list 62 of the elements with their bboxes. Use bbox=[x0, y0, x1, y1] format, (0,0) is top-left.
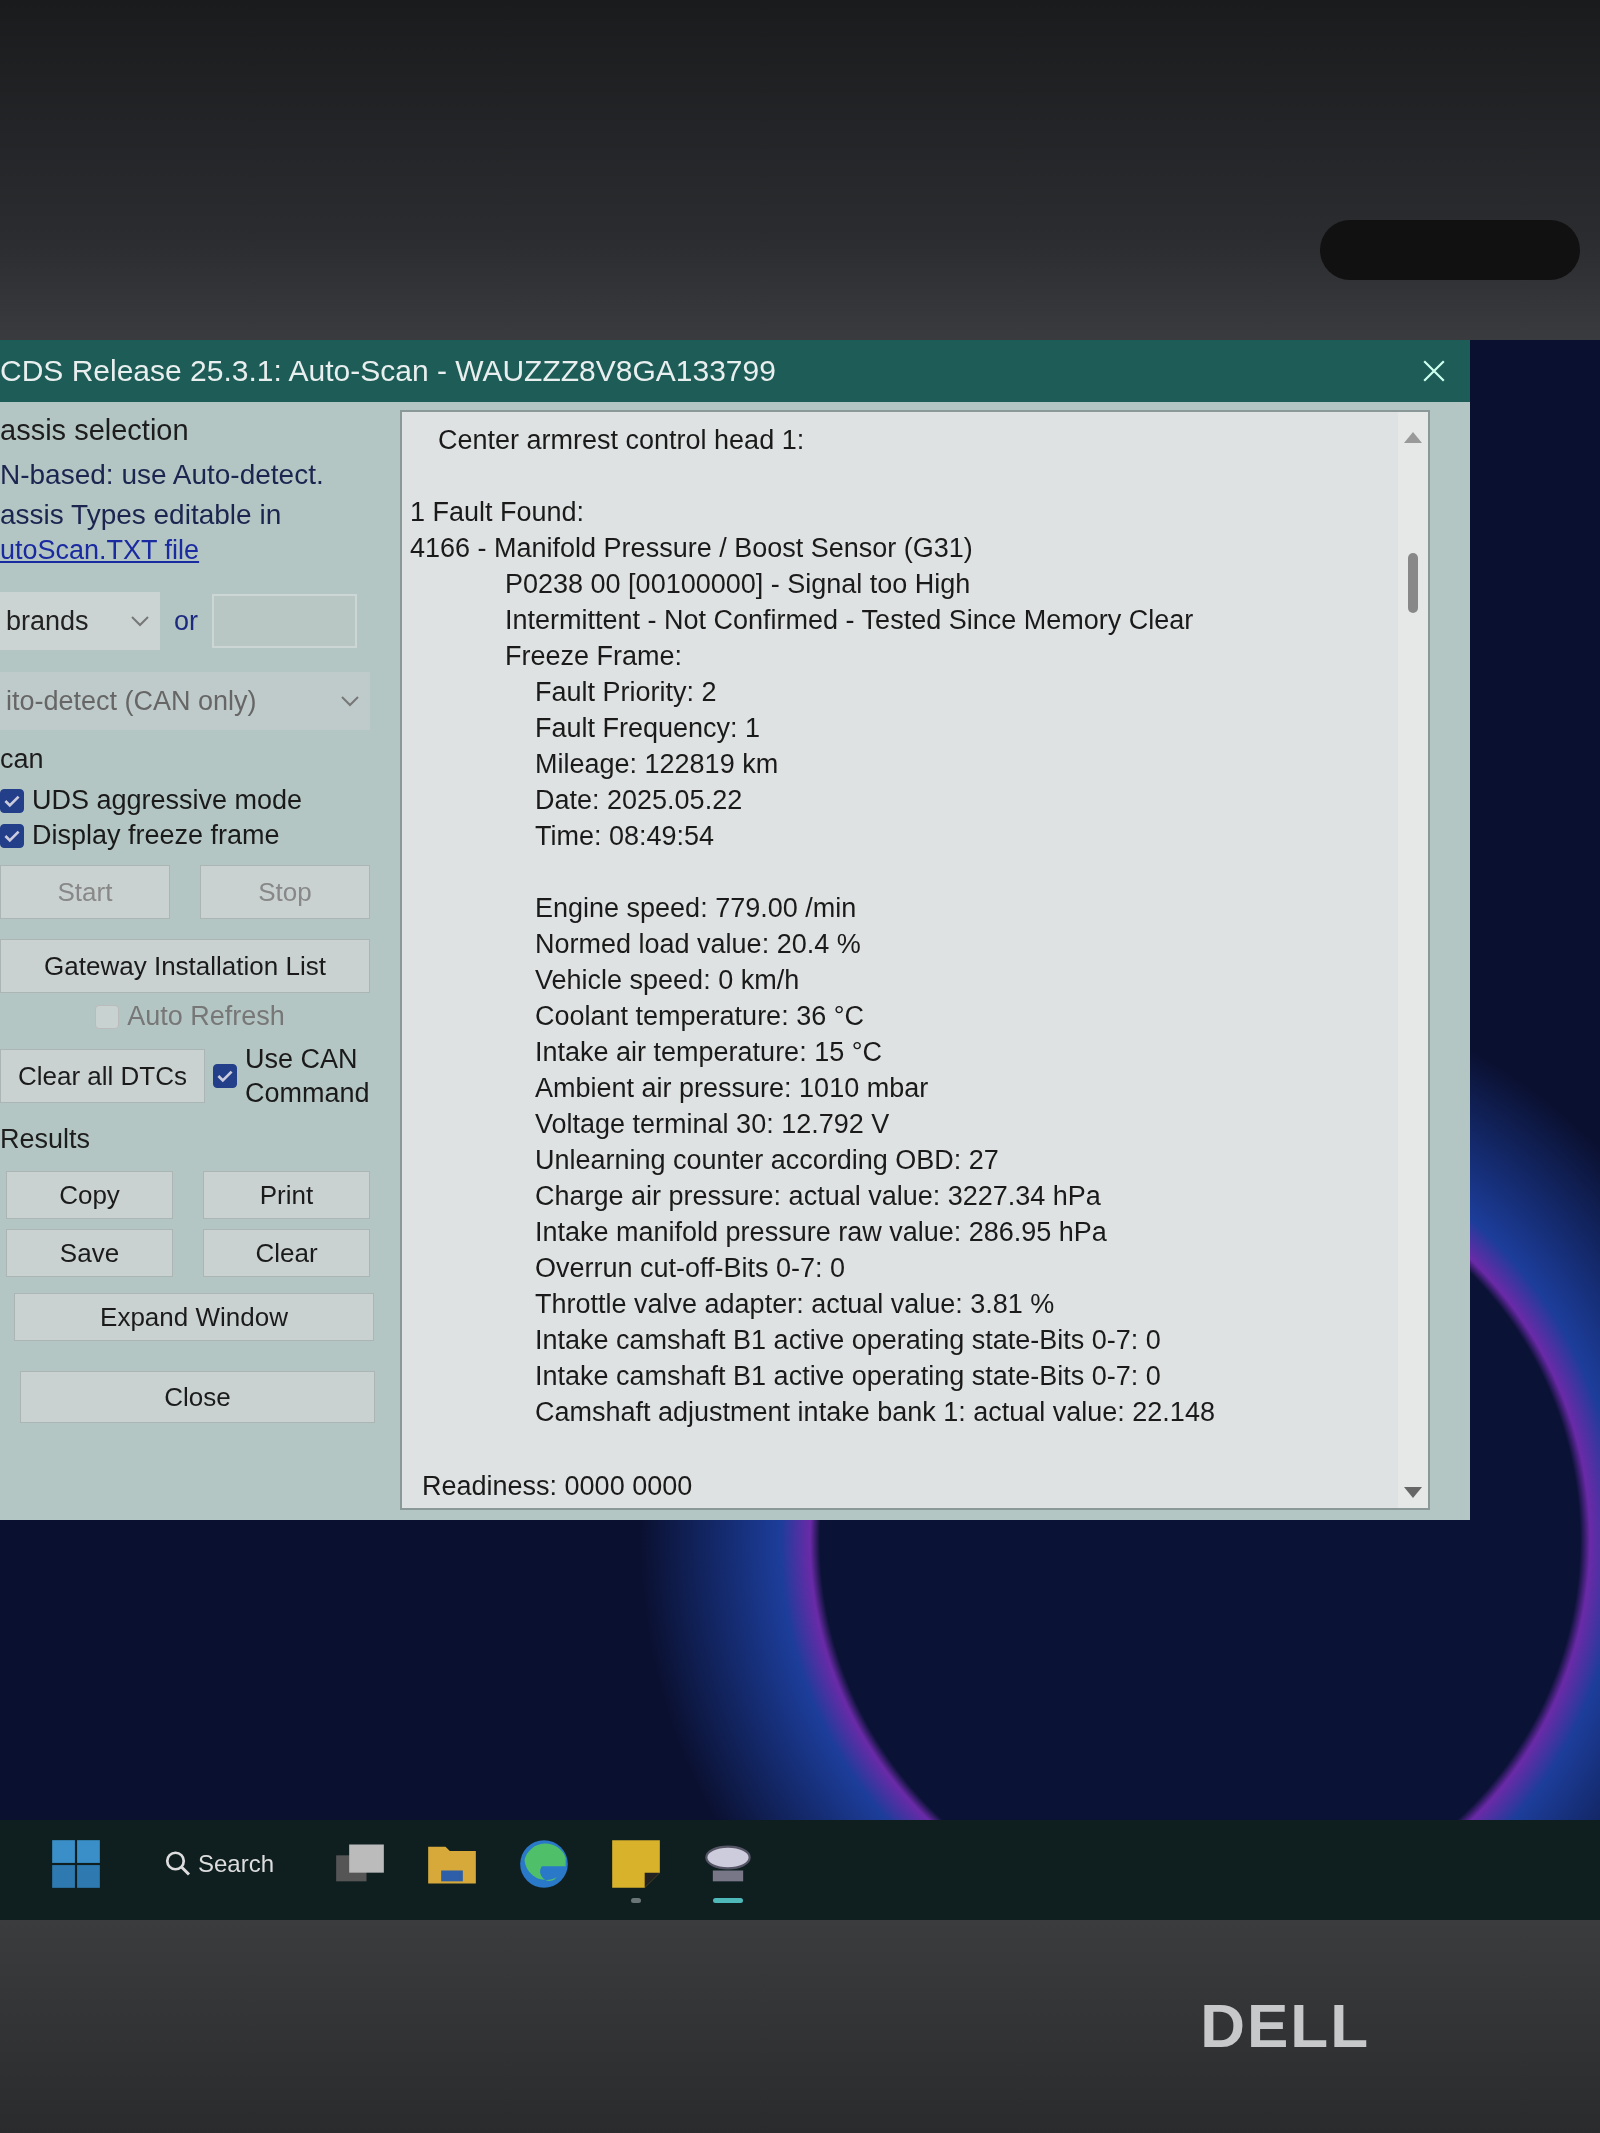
report-line: 4166 - Manifold Pressure / Boost Sensor (G31) bbox=[410, 532, 974, 565]
report-line: Voltage terminal 30: 12.792 V bbox=[534, 1108, 891, 1141]
checkbox[interactable] bbox=[0, 788, 24, 813]
windows-icon[interactable] bbox=[50, 1837, 102, 1890]
gateway-button[interactable]: Gateway Installation List bbox=[0, 939, 370, 993]
report-heading: Center armrest control head 1: bbox=[437, 424, 806, 457]
result-button[interactable]: Save bbox=[6, 1229, 173, 1277]
result-button[interactable]: Print bbox=[203, 1171, 370, 1219]
report-line: P0238 00 [00100000] - Signal too High bbox=[504, 568, 972, 601]
or-label: or bbox=[174, 605, 198, 637]
expand-button[interactable]: Expand Window bbox=[14, 1293, 374, 1341]
checkbox-label: Display freeze frame bbox=[32, 820, 280, 851]
report-line: Intake air temperature: 15 °C bbox=[534, 1036, 883, 1069]
section-title: assis selection bbox=[0, 414, 190, 447]
report-line: Engine speed: 779.00 /min bbox=[534, 892, 858, 925]
sticky-note-icon[interactable] bbox=[610, 1837, 663, 1890]
checkbox-label: UDS aggressive mode bbox=[32, 785, 303, 816]
info-text: assis Types editable in bbox=[0, 498, 283, 532]
scrollbar[interactable] bbox=[1398, 412, 1428, 1508]
scrollbar-thumb[interactable] bbox=[1408, 553, 1418, 613]
checkbox-label: Auto Refresh bbox=[127, 1001, 285, 1032]
laptop-logo: DELL bbox=[1200, 1990, 1370, 2061]
report-line: Intake camshaft B1 active operating state-Bits 0-7: 0 bbox=[534, 1324, 1162, 1357]
info-text: N-based: use Auto-detect. bbox=[0, 458, 325, 492]
window-title: CDS Release 25.3.1: Auto-Scan - WAUZZZ8V8GA133799 bbox=[0, 354, 776, 388]
report-line: Vehicle speed: 0 km/h bbox=[534, 964, 801, 997]
report-line: Fault Frequency: 1 bbox=[534, 712, 762, 745]
report-line: Ambient air pressure: 1010 mbar bbox=[534, 1072, 930, 1105]
section-title: Results bbox=[0, 1124, 92, 1155]
clear-dtcs-button[interactable]: Clear all DTCs bbox=[0, 1049, 205, 1103]
search-box[interactable]: Search bbox=[142, 1838, 295, 1889]
result-button[interactable]: Copy bbox=[6, 1171, 173, 1219]
report-line: Unlearning counter according OBD: 27 bbox=[534, 1144, 1000, 1177]
report-line: Throttle valve adapter: actual value: 3.81 % bbox=[534, 1288, 1056, 1321]
report-line: Intake camshaft B1 active operating state-Bits 0-7: 0 bbox=[534, 1360, 1162, 1393]
section-title: can bbox=[0, 744, 45, 775]
report-line: Intake manifold pressure raw value: 286.95 hPa bbox=[534, 1216, 1108, 1249]
file-link[interactable]: utoScan.TXT file bbox=[0, 535, 200, 566]
report-line: Date: 2025.05.22 bbox=[534, 784, 744, 817]
report-line: Charge air pressure: actual value: 3227.34 hPa bbox=[534, 1180, 1102, 1213]
webcam-icon bbox=[1320, 220, 1580, 280]
report-line: Camshaft adjustment intake bank 1: actual value: 22.148 bbox=[534, 1396, 1216, 1429]
vin-field[interactable] bbox=[212, 594, 357, 648]
dropdown[interactable]: brands bbox=[0, 592, 160, 650]
report-line: Fault Priority: 2 bbox=[534, 676, 718, 709]
readiness-text: Readiness: 0000 0000 bbox=[421, 1471, 694, 1502]
report-line: Intermittent - Not Confirmed - Tested Since Memory Clear bbox=[504, 604, 1195, 637]
report-line: 1 Fault Found: bbox=[410, 496, 586, 529]
checkbox[interactable] bbox=[213, 1064, 237, 1088]
browser-icon[interactable] bbox=[518, 1837, 571, 1890]
report-line: Freeze Frame: bbox=[504, 640, 684, 673]
report-line: Mileage: 122819 km bbox=[534, 748, 780, 781]
checkbox[interactable] bbox=[0, 823, 24, 848]
close-button[interactable]: Close bbox=[20, 1371, 375, 1423]
scroll-down-icon[interactable] bbox=[1404, 1487, 1422, 1498]
report-line: Overrun cut-off-Bits 0-7: 0 bbox=[534, 1252, 847, 1285]
checkbox-label: Use CAN Command bbox=[245, 1043, 371, 1110]
caret-icon[interactable] bbox=[130, 615, 150, 627]
report-line: Time: 08:49:54 bbox=[534, 820, 716, 853]
result-button[interactable]: Clear bbox=[203, 1229, 370, 1277]
report-line: Coolant temperature: 36 °C bbox=[534, 1000, 865, 1033]
report-line: Normed load value: 20.4 % bbox=[534, 928, 862, 961]
